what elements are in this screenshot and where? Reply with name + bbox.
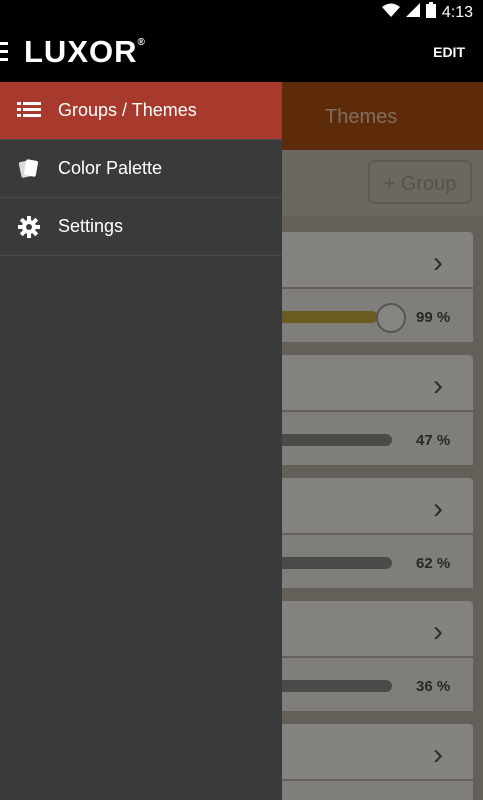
battery-icon — [425, 2, 436, 23]
drawer-item-groups-themes[interactable]: Groups / Themes — [0, 82, 282, 140]
gear-icon — [0, 215, 58, 239]
status-time: 4:13 — [441, 3, 473, 21]
cards-icon — [0, 157, 58, 181]
status-bar: 4:13 — [0, 0, 483, 24]
menu-icon[interactable] — [0, 42, 10, 64]
navigation-drawer: Groups / Themes Color Palette Settings — [0, 82, 282, 800]
drawer-item-label: Groups / Themes — [58, 100, 197, 120]
edit-button[interactable]: EDIT — [433, 44, 465, 60]
drawer-item-label: Color Palette — [58, 158, 163, 178]
drawer-item-label: Settings — [58, 216, 124, 236]
wifi-icon — [381, 3, 400, 22]
list-icon — [0, 101, 58, 121]
signal-icon — [405, 3, 420, 22]
app-bar: LUXOR® EDIT — [0, 24, 483, 82]
drawer-item-settings[interactable]: Settings — [0, 198, 282, 256]
app-logo: LUXOR® — [24, 34, 146, 69]
drawer-item-color-palette[interactable]: Color Palette — [0, 140, 282, 198]
